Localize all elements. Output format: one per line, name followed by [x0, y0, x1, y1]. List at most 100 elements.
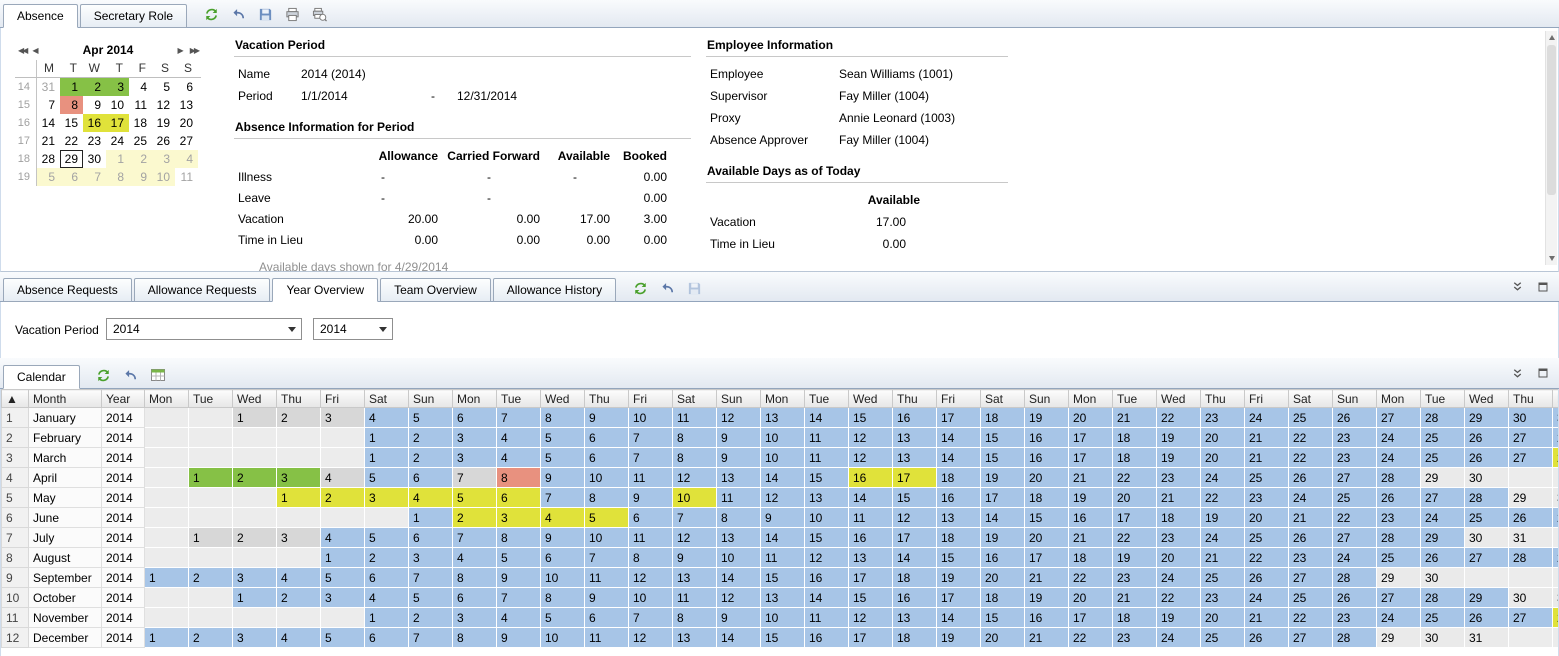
day-cell[interactable]: 15	[981, 448, 1025, 468]
day-cell[interactable]: 8	[541, 588, 585, 608]
grid-day-header[interactable]: Sat	[1289, 390, 1333, 408]
day-cell[interactable]: 25	[1465, 508, 1509, 528]
row-number-cell[interactable]: 7	[2, 528, 29, 548]
grid-day-header[interactable]: Tue	[189, 390, 233, 408]
day-cell[interactable]: 4	[497, 428, 541, 448]
day-cell[interactable]: 10	[673, 488, 717, 508]
day-cell[interactable]: 23	[1333, 608, 1377, 628]
day-cell[interactable]: 15	[981, 428, 1025, 448]
day-cell[interactable]: 3	[277, 468, 321, 488]
day-cell[interactable]: 16	[805, 628, 849, 648]
month-cell[interactable]: August	[29, 548, 102, 568]
day-cell[interactable]: 10	[629, 408, 673, 428]
day-cell[interactable]: 7	[629, 428, 673, 448]
day-cell[interactable]: 25	[1201, 568, 1245, 588]
grid-day-header[interactable]: Fri	[1245, 390, 1289, 408]
day-cell[interactable]: 21	[1245, 608, 1289, 628]
day-cell[interactable]: 9	[497, 568, 541, 588]
day-cell[interactable]: 2	[321, 488, 365, 508]
day-cell[interactable]: 16	[1025, 448, 1069, 468]
day-cell[interactable]: 23	[1157, 468, 1201, 488]
grid-day-header[interactable]: Wed	[233, 390, 277, 408]
day-cell[interactable]: 15	[849, 408, 893, 428]
day-cell[interactable]: 30	[1509, 588, 1553, 608]
month-cell[interactable]: January	[29, 408, 102, 428]
day-cell[interactable]: 24	[1421, 508, 1465, 528]
day-cell[interactable]: 4	[453, 548, 497, 568]
day-cell[interactable]: 26	[1245, 628, 1289, 648]
mini-day-cell[interactable]: 25	[129, 132, 152, 150]
day-cell[interactable]: 16	[893, 408, 937, 428]
day-cell[interactable]: 10	[541, 568, 585, 588]
print-icon[interactable]	[284, 6, 300, 22]
day-cell[interactable]: 24	[1245, 408, 1289, 428]
day-cell[interactable]: 3	[321, 408, 365, 428]
day-cell[interactable]: 3	[277, 528, 321, 548]
mini-day-cell[interactable]: 3	[106, 78, 129, 96]
day-cell[interactable]: 12	[717, 588, 761, 608]
maximize-icon[interactable]	[1535, 365, 1551, 381]
day-cell[interactable]: 20	[1201, 608, 1245, 628]
row-number-cell[interactable]: 11	[2, 608, 29, 628]
day-cell[interactable]: 5	[321, 628, 365, 648]
day-cell[interactable]: 5	[453, 488, 497, 508]
mini-day-cell[interactable]: 27	[175, 132, 198, 150]
prev-month-icon[interactable]: ◀	[29, 46, 41, 55]
day-cell[interactable]: 12	[805, 548, 849, 568]
day-cell[interactable]: 19	[1025, 588, 1069, 608]
day-cell[interactable]: 7	[409, 628, 453, 648]
day-cell[interactable]: 7	[497, 408, 541, 428]
day-cell[interactable]: 6	[585, 448, 629, 468]
day-cell[interactable]: 19	[1157, 428, 1201, 448]
day-cell[interactable]: 8	[497, 528, 541, 548]
day-cell[interactable]: 17	[849, 568, 893, 588]
grid-day-header[interactable]: Tue	[805, 390, 849, 408]
row-number-cell[interactable]: 1	[2, 408, 29, 428]
day-cell[interactable]: 25	[1421, 608, 1465, 628]
day-cell[interactable]: 20	[1025, 528, 1069, 548]
row-number-cell[interactable]: 10	[2, 588, 29, 608]
mini-day-cell[interactable]: 2	[83, 78, 106, 96]
day-cell[interactable]: 17	[1113, 508, 1157, 528]
scrollbar-thumb[interactable]	[1547, 45, 1556, 195]
day-cell[interactable]: 7	[673, 508, 717, 528]
day-cell[interactable]: 23	[1333, 448, 1377, 468]
day-cell[interactable]: 14	[761, 528, 805, 548]
day-cell[interactable]: 6	[541, 548, 585, 568]
day-cell[interactable]: 10	[761, 608, 805, 628]
day-cell[interactable]: 6	[497, 488, 541, 508]
day-cell[interactable]: 31	[1509, 528, 1553, 548]
day-cell[interactable]: 5	[541, 448, 585, 468]
mini-day-cell[interactable]: 4	[175, 150, 198, 168]
grid-day-header[interactable]: Sat	[981, 390, 1025, 408]
day-cell[interactable]: 22	[1289, 608, 1333, 628]
day-cell[interactable]: 2	[189, 568, 233, 588]
day-cell[interactable]: 2	[277, 408, 321, 428]
mini-day-cell[interactable]: 7	[37, 96, 60, 114]
day-cell[interactable]: 3	[453, 428, 497, 448]
day-cell[interactable]: 8	[585, 488, 629, 508]
mini-day-cell[interactable]: 14	[37, 114, 60, 132]
grid-day-header[interactable]: Fri	[321, 390, 365, 408]
day-cell[interactable]: 17	[1069, 608, 1113, 628]
mini-day-cell[interactable]: 24	[106, 132, 129, 150]
save-icon[interactable]	[686, 280, 702, 296]
day-cell[interactable]: 5	[409, 408, 453, 428]
day-cell[interactable]: 4	[409, 488, 453, 508]
mini-day-cell[interactable]: 22	[60, 132, 83, 150]
vacation-period-select[interactable]: 2014	[106, 318, 302, 340]
day-cell[interactable]: 1	[409, 508, 453, 528]
day-cell[interactable]: 18	[1157, 508, 1201, 528]
collapse-icon[interactable]	[1509, 279, 1525, 295]
day-cell[interactable]: 24	[1201, 528, 1245, 548]
day-cell[interactable]: 14	[805, 408, 849, 428]
month-cell[interactable]: February	[29, 428, 102, 448]
day-cell[interactable]: 26	[1289, 468, 1333, 488]
mini-day-cell[interactable]: 20	[175, 114, 198, 132]
day-cell[interactable]: 10	[761, 448, 805, 468]
day-cell[interactable]: 17	[1069, 428, 1113, 448]
day-cell[interactable]: 15	[805, 528, 849, 548]
day-cell[interactable]: 21	[1201, 548, 1245, 568]
day-cell[interactable]: 11	[629, 468, 673, 488]
refresh-icon[interactable]	[96, 367, 112, 383]
